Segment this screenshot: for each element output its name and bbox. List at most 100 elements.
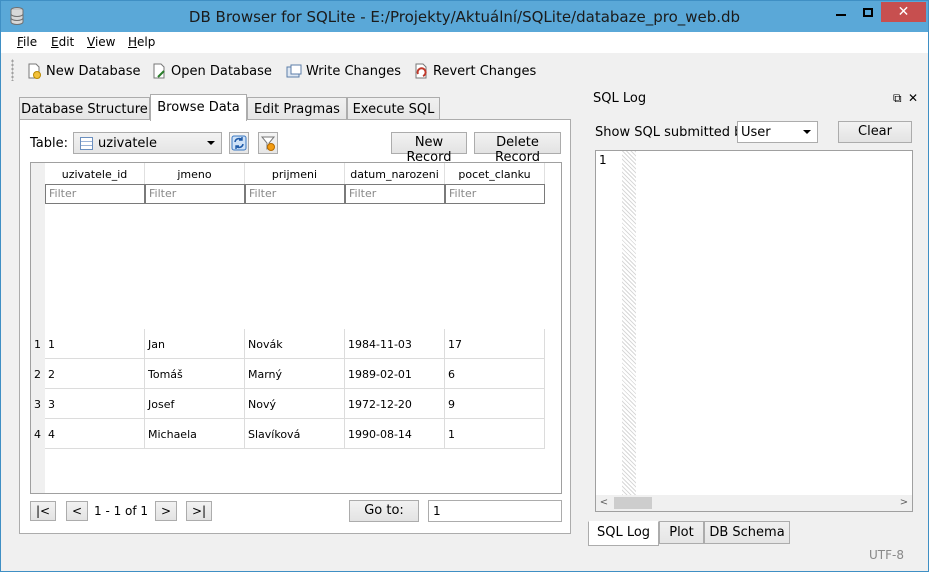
dock-title-label: SQL Log <box>593 91 647 106</box>
table-cell[interactable]: Jan <box>145 329 245 359</box>
float-dock-icon[interactable]: ⧉ <box>893 91 902 106</box>
table-cell[interactable]: 1990-08-14 <box>345 419 445 449</box>
scroll-left-icon[interactable]: < <box>596 495 612 511</box>
new-database-button[interactable]: New Database <box>26 62 141 80</box>
row-number[interactable]: 2 <box>31 359 45 389</box>
table-cell[interactable]: 1989-02-01 <box>345 359 445 389</box>
tab-edit-pragmas[interactable]: Edit Pragmas <box>247 97 347 120</box>
column-header[interactable]: pocet_clanku <box>445 163 545 185</box>
tab-execute-sql[interactable]: Execute SQL <box>347 97 440 120</box>
minimize-button[interactable] <box>827 2 854 22</box>
column-header[interactable]: prijmeni <box>245 163 345 185</box>
column-header[interactable]: jmeno <box>145 163 245 185</box>
chevron-down-icon <box>207 141 215 145</box>
table-cell[interactable]: 6 <box>445 359 545 389</box>
browse-data-panel: Table: uzivatele New Record Delete Recor… <box>19 119 571 534</box>
open-database-label: Open Database <box>171 63 272 79</box>
next-page-button[interactable]: > <box>155 501 177 521</box>
menu-bar: File Edit View Help <box>1 32 928 53</box>
menu-help-label: elp <box>137 35 156 49</box>
main-toolbar: New Database Open Database Write Changes… <box>1 53 928 87</box>
line-number-gutter: 1 <box>596 151 622 495</box>
table-label: Table: <box>30 136 68 151</box>
table-cell[interactable]: Novák <box>245 329 345 359</box>
table-cell[interactable]: 17 <box>445 329 545 359</box>
row-number[interactable]: 1 <box>31 329 45 359</box>
sql-log-panel: Show SQL submitted by User Clear 1 < > <box>587 111 922 518</box>
menu-view[interactable]: View <box>87 35 115 49</box>
table-cell[interactable]: 3 <box>45 389 145 419</box>
maximize-button[interactable] <box>854 2 881 22</box>
scroll-right-icon[interactable]: > <box>896 495 912 511</box>
menu-file[interactable]: File <box>17 35 37 49</box>
chevron-down-icon <box>803 130 811 134</box>
table-cell[interactable]: Josef <box>145 389 245 419</box>
table-cell[interactable]: Michaela <box>145 419 245 449</box>
table-cell[interactable]: 1 <box>45 329 145 359</box>
sql-log-dock-title: SQL Log ⧉ ✕ <box>588 88 921 110</box>
prev-page-button[interactable]: < <box>66 501 88 521</box>
menu-edit[interactable]: Edit <box>51 35 74 49</box>
tab-plot[interactable]: Plot <box>659 521 704 544</box>
show-sql-label: Show SQL submitted by <box>595 125 751 140</box>
tab-browse-data[interactable]: Browse Data <box>150 94 247 121</box>
table-cell[interactable]: 1984-11-03 <box>345 329 445 359</box>
table-cell[interactable]: Slavíková <box>245 419 345 449</box>
table-cell[interactable]: 9 <box>445 389 545 419</box>
refresh-button[interactable] <box>229 132 249 154</box>
table-cell[interactable]: Marný <box>245 359 345 389</box>
open-database-icon <box>153 63 165 79</box>
table-cell[interactable]: 4 <box>45 419 145 449</box>
table-cell[interactable]: 1 <box>445 419 545 449</box>
new-record-button[interactable]: New Record <box>391 132 467 165</box>
go-to-input[interactable]: 1 <box>428 500 562 522</box>
filter-input[interactable]: Filter <box>245 184 345 204</box>
tab-sql-log[interactable]: SQL Log <box>588 521 659 546</box>
tab-database-structure[interactable]: Database Structure <box>19 97 150 120</box>
table-cell[interactable]: 2 <box>45 359 145 389</box>
close-dock-icon[interactable]: ✕ <box>908 91 918 105</box>
column-header[interactable]: uzivatele_id <box>45 163 145 185</box>
scrollbar-thumb[interactable] <box>614 497 652 509</box>
first-page-button[interactable]: |< <box>30 501 56 521</box>
sql-log-editor[interactable]: 1 < > <box>595 150 913 512</box>
new-database-icon <box>28 63 41 79</box>
revert-changes-label: Revert Changes <box>433 63 537 79</box>
row-number[interactable]: 3 <box>31 389 45 419</box>
menu-view-accel: V <box>87 35 95 49</box>
write-changes-icon <box>286 64 302 78</box>
column-header[interactable]: datum_narozeni <box>345 163 445 185</box>
maximize-icon <box>862 8 873 17</box>
table-cell[interactable]: Nový <box>245 389 345 419</box>
filter-input[interactable]: Filter <box>445 184 545 204</box>
toolbar-grip[interactable] <box>11 59 14 81</box>
tab-db-schema[interactable]: DB Schema <box>704 521 790 544</box>
table-cell[interactable]: 1972-12-20 <box>345 389 445 419</box>
revert-changes-button[interactable]: Revert Changes <box>413 62 536 80</box>
close-button[interactable]: ✕ <box>881 2 926 22</box>
last-page-button[interactable]: >| <box>186 501 212 521</box>
go-to-button[interactable]: Go to: <box>349 500 419 522</box>
table-select[interactable]: uzivatele <box>73 132 222 154</box>
delete-record-button[interactable]: Delete Record <box>474 132 561 165</box>
menu-help[interactable]: Help <box>128 35 155 49</box>
horizontal-scrollbar[interactable]: < > <box>596 495 912 511</box>
filter-input[interactable]: Filter <box>345 184 445 204</box>
encoding-status: UTF-8 <box>869 548 904 562</box>
window-title: DB Browser for SQLite - E:/Projekty/Aktu… <box>188 8 741 26</box>
open-database-button[interactable]: Open Database <box>151 62 272 80</box>
menu-view-label: iew <box>94 35 116 49</box>
submitted-by-select[interactable]: User <box>737 121 818 143</box>
refresh-icon <box>231 135 247 151</box>
menu-file-label: ile <box>23 35 38 49</box>
table-cell[interactable]: Tomáš <box>145 359 245 389</box>
clear-button[interactable]: Clear <box>838 121 912 143</box>
menu-help-accel: H <box>128 35 138 49</box>
row-number[interactable]: 4 <box>31 419 45 449</box>
submitted-by-value: User <box>741 125 771 140</box>
write-changes-button[interactable]: Write Changes <box>286 62 401 80</box>
filter-input[interactable]: Filter <box>145 184 245 204</box>
clear-filters-button[interactable] <box>258 132 278 154</box>
minimize-icon <box>835 14 846 16</box>
filter-input[interactable]: Filter <box>45 184 145 204</box>
